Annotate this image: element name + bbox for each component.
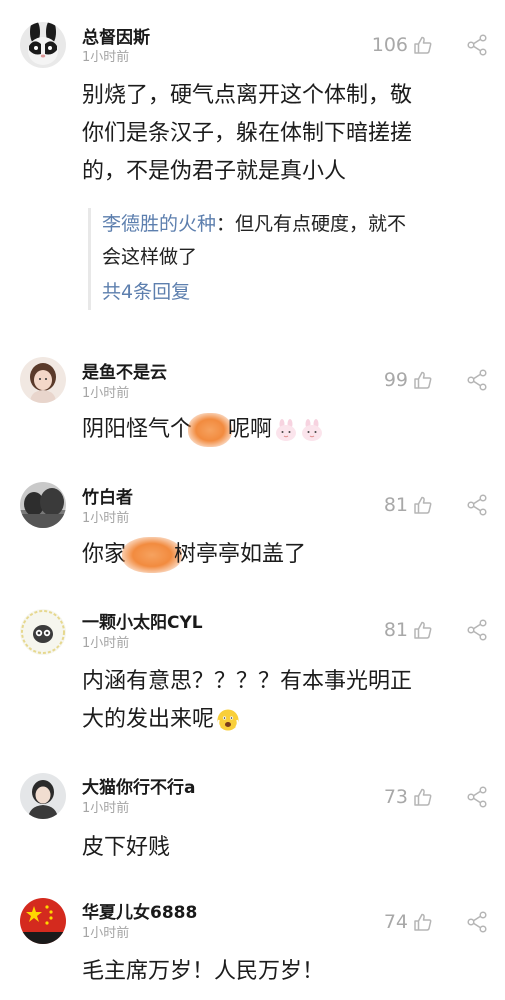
- timestamp: 1小时前: [82, 511, 130, 526]
- like-button[interactable]: 74: [384, 910, 433, 934]
- share-button[interactable]: [465, 493, 489, 517]
- username[interactable]: 是鱼不是云: [82, 358, 167, 383]
- comment-text-line: 大的发出来呢: [82, 701, 482, 739]
- timestamp: 1小时前: [82, 386, 130, 401]
- share-button[interactable]: [465, 785, 489, 809]
- username[interactable]: 竹白者: [82, 483, 133, 508]
- thumbs-up-icon: [413, 495, 433, 515]
- reply-preview[interactable]: 李德胜的火种：但凡有点硬度，就不 会这样做了 共4条回复: [88, 208, 483, 310]
- censor-blur: [188, 413, 233, 447]
- comment-text: 皮下好贱: [82, 829, 482, 867]
- comment-text: 别烧了，硬气点离开这个体制，敬 你们是条汉子，躲在体制下暗搓搓 的，不是伪君子就…: [82, 77, 482, 191]
- timestamp: 1小时前: [82, 926, 130, 941]
- comment-text: 你家 树亭亭如盖了: [82, 536, 482, 574]
- like-button[interactable]: 99: [384, 368, 433, 392]
- username[interactable]: 大猫你行不行a: [82, 773, 195, 798]
- comment-text: 阴阳怪气个 呢啊: [82, 411, 482, 449]
- reply-text: 李德胜的火种：但凡有点硬度，就不: [102, 208, 483, 241]
- thumbs-up-icon: [413, 35, 433, 55]
- bunny-emoji-icon: [300, 418, 324, 442]
- comment-item: 大猫你行不行a 1小时前 73 皮下好贱: [0, 760, 505, 885]
- avatar[interactable]: [20, 482, 66, 528]
- comment-text-part: 阴阳怪气个: [82, 417, 193, 442]
- comment-item: 华夏儿女6888 1小时前 74 毛主席万岁！人民万岁！: [0, 885, 505, 1000]
- username[interactable]: 总督因斯: [82, 23, 150, 48]
- like-button[interactable]: 81: [384, 618, 433, 642]
- bunny-emoji-icon: [274, 418, 298, 442]
- share-icon: [465, 33, 489, 57]
- comment-text-line: 皮下好贱: [82, 835, 171, 860]
- share-icon: [465, 368, 489, 392]
- timestamp: 1小时前: [82, 50, 130, 65]
- share-icon: [465, 493, 489, 517]
- like-count: 73: [383, 786, 408, 808]
- avatar[interactable]: [20, 773, 66, 819]
- avatar[interactable]: [20, 22, 66, 68]
- comment-item: 竹白者 1小时前 81 你家 树亭亭如盖了: [0, 470, 505, 595]
- comment-text-part: 大的发出来呢: [82, 707, 215, 732]
- comment-item: 是鱼不是云 1小时前 99 阴阳怪气个 呢啊: [0, 345, 505, 470]
- share-button[interactable]: [465, 618, 489, 642]
- like-count: 74: [383, 911, 408, 933]
- comment-text-part: 树亭亭如盖了: [174, 542, 307, 567]
- like-button[interactable]: 106: [372, 33, 433, 57]
- like-count: 99: [383, 369, 408, 391]
- share-icon: [465, 785, 489, 809]
- comment-item: 总督因斯 1小时前 106 别烧了，硬气点离开这个体制，敬 你们是条汉子，躲在体…: [0, 0, 505, 345]
- timestamp: 1小时前: [82, 801, 130, 816]
- share-icon: [465, 910, 489, 934]
- comment-text-line: 的，不是伪君子就是真小人: [82, 159, 347, 184]
- share-icon: [465, 618, 489, 642]
- avatar[interactable]: [20, 357, 66, 403]
- like-count: 106: [371, 34, 408, 56]
- like-button[interactable]: 73: [384, 785, 433, 809]
- like-button[interactable]: 81: [384, 493, 433, 517]
- username[interactable]: 一颗小太阳CYL: [82, 608, 203, 633]
- thumbs-up-icon: [413, 620, 433, 640]
- comment-text: 毛主席万岁！人民万岁！: [82, 953, 482, 991]
- timestamp: 1小时前: [82, 636, 130, 651]
- thumbs-up-icon: [413, 787, 433, 807]
- thumbs-up-icon: [413, 912, 433, 932]
- comment-text-part: 呢啊: [228, 417, 273, 442]
- view-replies-link[interactable]: 共4条回复: [102, 274, 483, 310]
- scared-face-emoji-icon: [216, 708, 240, 732]
- like-count: 81: [383, 619, 408, 641]
- username[interactable]: 华夏儿女6888: [82, 898, 197, 923]
- comment-text-part: 你家: [82, 542, 127, 567]
- comment-text-line: 你们是条汉子，躲在体制下暗搓搓: [82, 121, 413, 146]
- comment-text-line: 毛主席万岁！人民万岁！: [82, 959, 325, 984]
- reply-text-part: ：但凡有点硬度，就不: [216, 213, 407, 235]
- reply-username[interactable]: 李德胜的火种: [102, 213, 216, 235]
- share-button[interactable]: [465, 33, 489, 57]
- like-count: 81: [383, 494, 408, 516]
- reply-text-line: 会这样做了: [102, 246, 198, 268]
- comment-text-line: 别烧了，硬气点离开这个体制，敬: [82, 83, 413, 108]
- share-button[interactable]: [465, 368, 489, 392]
- comment-text: 内涵有意思？？？？有本事光明正 大的发出来呢: [82, 663, 482, 739]
- avatar[interactable]: [20, 609, 66, 655]
- comment-item: 一颗小太阳CYL 1小时前 81 内涵有意思？？？？有本事光明正 大的发出来呢: [0, 595, 505, 760]
- avatar[interactable]: [20, 898, 66, 944]
- comment-text-line: 内涵有意思？？？？有本事光明正: [82, 669, 413, 694]
- share-button[interactable]: [465, 910, 489, 934]
- thumbs-up-icon: [413, 370, 433, 390]
